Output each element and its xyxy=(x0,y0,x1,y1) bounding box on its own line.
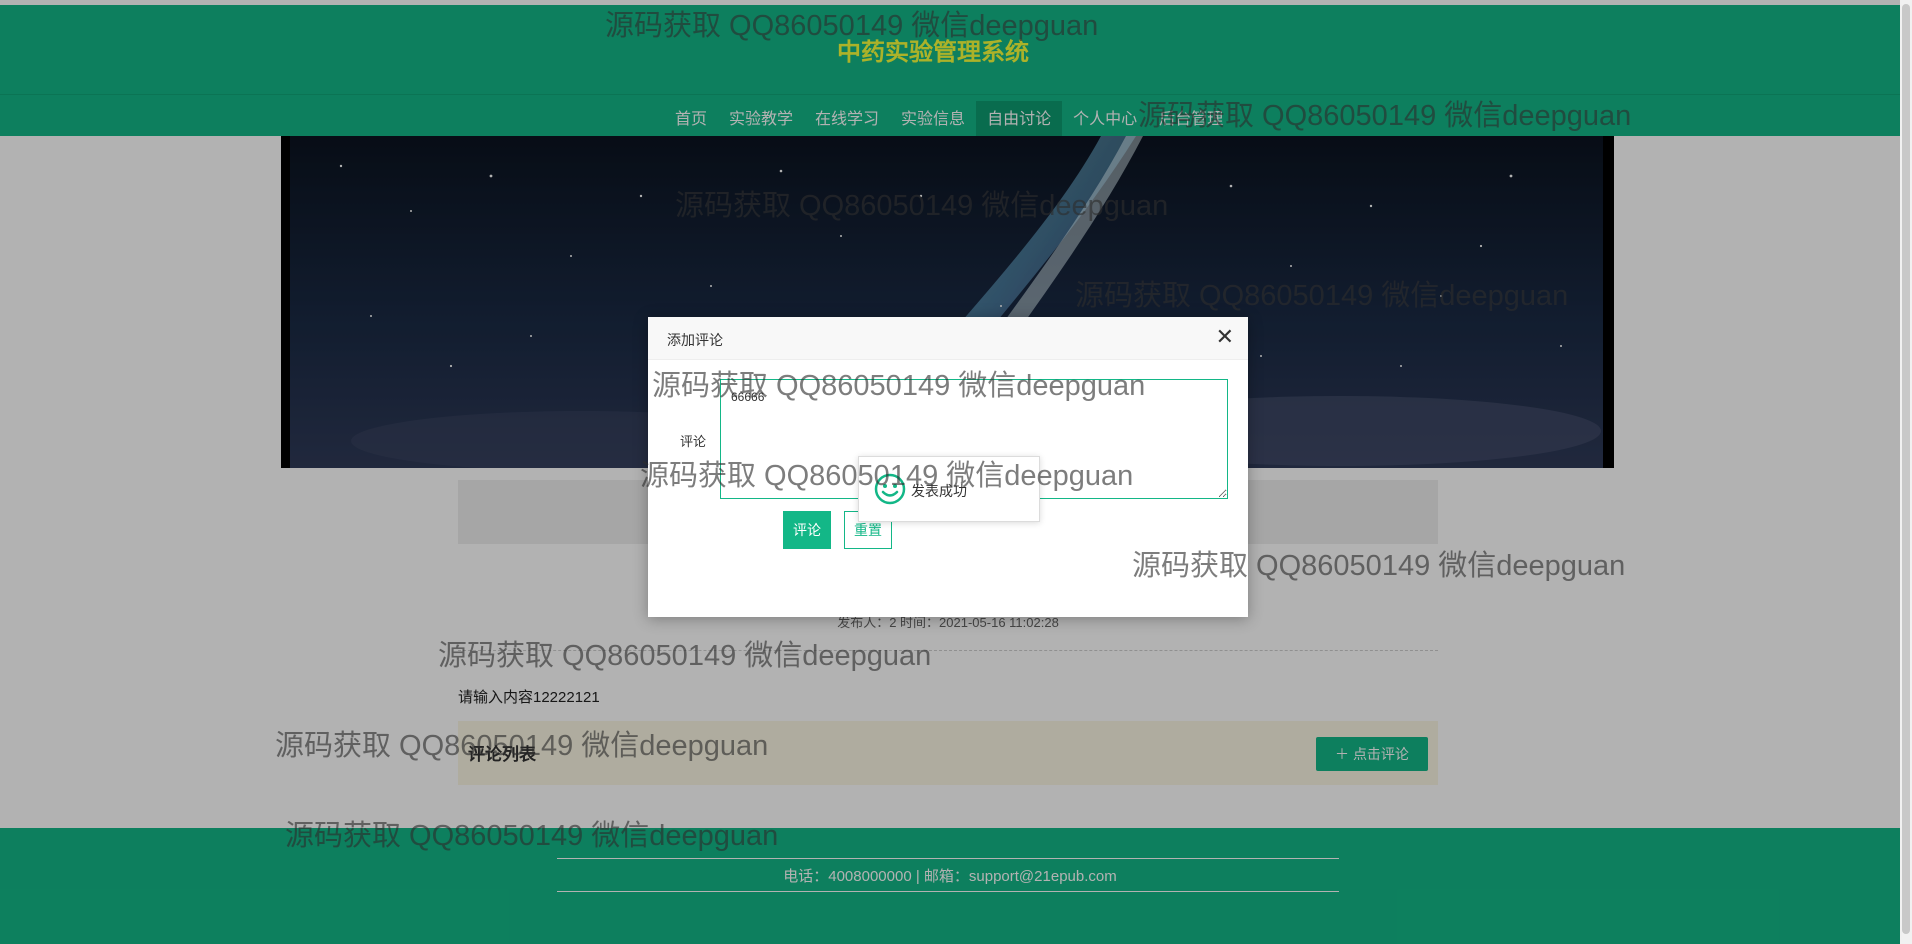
watermark-text: 源码获取 QQ86050149 微信deepguan xyxy=(275,730,769,762)
watermark-text: 源码获取 QQ86050149 微信deepguan xyxy=(675,190,1169,222)
submit-comment-button[interactable]: 评论 xyxy=(783,511,831,549)
watermark-text: 源码获取 QQ86050149 微信deepguan xyxy=(1132,550,1626,582)
dialog-header: 添加评论 ✕ xyxy=(648,317,1248,360)
scrollbar-thumb[interactable] xyxy=(1902,4,1910,934)
watermark-text: 源码获取 QQ86050149 微信deepguan xyxy=(285,820,779,852)
watermark-text: 源码获取 QQ86050149 微信deepguan xyxy=(438,640,932,672)
close-icon[interactable]: ✕ xyxy=(1216,325,1234,349)
comment-field-label: 评论 xyxy=(680,434,707,449)
watermark-text: 源码获取 QQ86050149 微信deepguan xyxy=(652,370,1146,402)
watermark-text: 源码获取 QQ86050149 微信deepguan xyxy=(1075,280,1569,312)
dialog-title: 添加评论 xyxy=(667,332,723,348)
watermark-text: 源码获取 QQ86050149 微信deepguan xyxy=(605,10,1099,42)
watermark-text: 源码获取 QQ86050149 微信deepguan xyxy=(640,460,1134,492)
watermark-text: 源码获取 QQ86050149 微信deepguan xyxy=(1138,100,1632,132)
